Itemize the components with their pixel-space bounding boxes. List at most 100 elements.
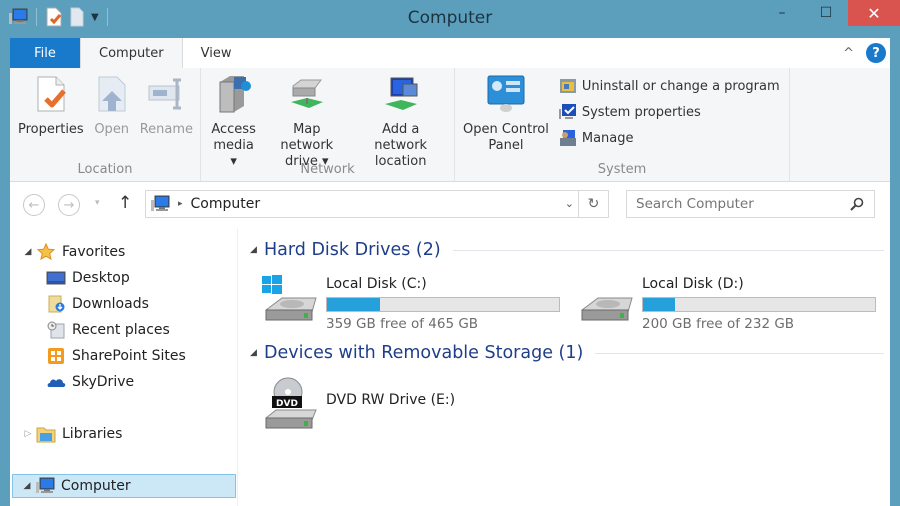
tree-libraries[interactable]: ▷ Libraries	[22, 422, 122, 446]
computer-icon	[36, 477, 55, 493]
tree-sharepoint-sites-label: SharePoint Sites	[72, 348, 186, 364]
search-icon[interactable]	[849, 196, 865, 212]
system-properties-icon	[558, 104, 576, 119]
recent-places-icon	[47, 321, 65, 339]
maximize-icon: ☐	[819, 5, 833, 21]
group-label-location: Location	[77, 162, 133, 177]
tree-skydrive-label: SkyDrive	[72, 374, 135, 390]
close-button[interactable]: ✕	[848, 0, 900, 26]
tab-view[interactable]: View	[183, 38, 250, 68]
system-properties-button[interactable]: System properties	[558, 102, 780, 122]
section-divider	[595, 352, 884, 354]
content-pane: ◢ Hard Disk Drives (2) Local Disk (C:) 3…	[246, 228, 890, 506]
tree-computer-label: Computer	[61, 478, 131, 494]
access-media-label-1: Access	[211, 122, 256, 137]
downloads-icon	[48, 295, 65, 313]
refresh-button[interactable]: ↻	[578, 191, 608, 217]
uninstall-program-button[interactable]: Uninstall or change a program	[559, 76, 780, 96]
section-divider	[452, 249, 884, 251]
properties-label: Properties	[18, 122, 84, 137]
breadcrumb-computer[interactable]: Computer	[191, 196, 261, 212]
help-icon[interactable]: ?	[866, 43, 886, 63]
search-box[interactable]	[626, 190, 875, 218]
star-icon	[37, 243, 55, 261]
tree-downloads-label: Downloads	[72, 296, 149, 312]
ribbon: Properties Open Rename Location Access m…	[10, 68, 890, 182]
open-icon	[98, 76, 126, 112]
media-server-icon	[219, 76, 251, 113]
explorer-body: ◢ Favorites Desktop Downloads Recent pla…	[10, 228, 890, 506]
tree-downloads[interactable]: Downloads	[44, 292, 149, 316]
tree-recent-places[interactable]: Recent places	[44, 318, 170, 342]
recent-locations-dropdown[interactable]: ▾	[95, 198, 100, 208]
explorer-window: ▼ Computer – ☐ ✕ File Computer View ^ ? …	[0, 0, 900, 506]
drive-e[interactable]: DVD DVD RW Drive (E:)	[260, 376, 455, 434]
tab-computer[interactable]: Computer	[80, 38, 183, 68]
window-controls: – ☐ ✕	[760, 0, 900, 26]
drive-name: Local Disk (C:)	[326, 276, 427, 292]
drive-c[interactable]: Local Disk (C:) 359 GB free of 465 GB	[260, 272, 560, 332]
ribbon-group-location: Properties Open Rename Location	[10, 68, 201, 181]
section-title: Hard Disk Drives (2)	[264, 240, 441, 260]
open-label: Open	[94, 122, 130, 137]
forward-arrow-icon: →	[63, 197, 75, 213]
desktop-icon	[46, 271, 66, 285]
maximize-button[interactable]: ☐	[804, 0, 848, 26]
up-button[interactable]: ↑	[118, 193, 132, 213]
navigation-bar: ← → ▾ ↑ ▸ Computer ⌄ ↻	[10, 182, 890, 228]
tree-favorites-label: Favorites	[62, 244, 126, 260]
tree-skydrive[interactable]: SkyDrive	[44, 370, 134, 394]
drive-d[interactable]: Local Disk (D:) 200 GB free of 232 GB	[576, 272, 876, 332]
rename-label: Rename	[139, 122, 194, 137]
computer-icon	[151, 195, 170, 211]
minimize-button[interactable]: –	[760, 0, 804, 26]
back-arrow-icon: ←	[28, 197, 40, 213]
hard-drive-icon	[581, 297, 633, 321]
tree-computer[interactable]: ◢ Computer	[12, 474, 236, 498]
close-icon: ✕	[867, 3, 881, 23]
drive-usage-bar	[326, 297, 560, 312]
expand-arrow-icon[interactable]: ▷	[22, 429, 34, 439]
address-history-dropdown[interactable]: ⌄	[565, 197, 574, 210]
ribbon-tabs: File Computer View ^ ?	[10, 38, 890, 68]
uninstall-program-label: Uninstall or change a program	[581, 78, 780, 94]
tree-favorites[interactable]: ◢ Favorites	[22, 240, 125, 264]
tab-file[interactable]: File	[10, 38, 80, 68]
add-network-location-label-1: Add a network	[374, 122, 428, 153]
libraries-icon	[36, 427, 56, 443]
drive-usage-fill	[327, 298, 380, 311]
network-drive-icon	[290, 79, 323, 108]
collapse-arrow-icon[interactable]: ◢	[246, 348, 264, 358]
tree-desktop[interactable]: Desktop	[44, 266, 130, 290]
expand-arrow-icon[interactable]: ◢	[22, 247, 34, 257]
navigation-pane: ◢ Favorites Desktop Downloads Recent pla…	[10, 228, 238, 506]
tree-sharepoint-sites[interactable]: SharePoint Sites	[44, 344, 186, 368]
open-control-panel-label-2: Panel	[488, 138, 524, 153]
group-label-system: System	[597, 162, 647, 177]
breadcrumb-separator-icon[interactable]: ▸	[178, 199, 183, 209]
network-location-icon	[384, 77, 418, 110]
back-button[interactable]: ←	[23, 194, 45, 216]
rename-icon	[148, 78, 182, 110]
collapse-ribbon-icon[interactable]: ^	[843, 46, 854, 61]
control-panel-icon	[487, 75, 525, 112]
open-control-panel-label-1: Open Control	[463, 122, 549, 137]
expand-arrow-icon[interactable]: ◢	[21, 481, 33, 491]
search-input[interactable]	[627, 196, 837, 212]
section-removable-storage[interactable]: ◢ Devices with Removable Storage (1)	[246, 343, 890, 363]
manage-button[interactable]: Manage	[559, 128, 780, 148]
collapse-arrow-icon[interactable]: ◢	[246, 245, 264, 255]
address-bar[interactable]: ▸ Computer ⌄ ↻	[145, 190, 609, 218]
drive-usage-bar	[642, 297, 876, 312]
section-hard-disk-drives[interactable]: ◢ Hard Disk Drives (2)	[246, 240, 890, 260]
manage-label: Manage	[581, 130, 634, 146]
drive-info: Local Disk (D:) 200 GB free of 232 GB	[642, 272, 876, 332]
drive-free-space: 359 GB free of 465 GB	[326, 316, 479, 332]
sharepoint-icon	[48, 348, 64, 364]
uninstall-program-icon	[559, 79, 576, 93]
forward-button[interactable]: →	[58, 194, 80, 216]
drive-usage-fill	[643, 298, 676, 311]
drive-info: DVD RW Drive (E:)	[326, 376, 455, 434]
system-properties-label: System properties	[581, 104, 701, 120]
skydrive-cloud-icon	[47, 379, 66, 387]
